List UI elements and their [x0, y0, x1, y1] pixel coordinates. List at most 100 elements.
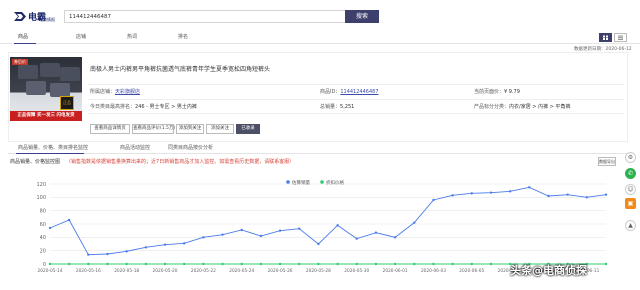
export-button[interactable]: 数据导出: [598, 157, 616, 166]
total-sales-info: 总销量：5,251: [320, 104, 355, 110]
shop-link[interactable]: 天彩旗舰店: [115, 89, 140, 95]
category-info: 产品标分分类：内衣/家居 > 内裤 > 平角裤: [474, 104, 571, 110]
tab-products[interactable]: 商品: [18, 33, 28, 40]
y-tick-label: 100: [36, 195, 46, 201]
x-tick-label: 2020-05-14: [38, 268, 63, 274]
x-tick-label: 2020-06-03: [421, 268, 446, 274]
y-tick-label: 80: [40, 208, 46, 214]
product-title: 南极人男士内裤男平角裤抗菌透气底裤青年学生夏季宽松四角短裤头: [90, 66, 271, 73]
data-point: [604, 262, 608, 266]
data-point: [317, 262, 320, 266]
tab-hot-words[interactable]: 热词: [127, 33, 137, 40]
x-tick-label: 2020-05-24: [229, 268, 254, 274]
legend-label: 估算销量: [292, 179, 310, 186]
search-button[interactable]: 搜索: [345, 10, 379, 23]
data-point: [413, 262, 416, 266]
active-subtab-indicator: [16, 153, 84, 154]
logo-icon: [14, 12, 26, 21]
tab-price-analysis[interactable]: 同类目商品按价分析: [168, 144, 213, 151]
data-point: [374, 262, 378, 266]
add-follow-button[interactable]: 添加到关注: [176, 124, 204, 134]
data-point: [87, 262, 90, 266]
data-point: [317, 242, 320, 246]
data-point: [508, 190, 512, 193]
product-id-link[interactable]: 114412446487: [340, 89, 378, 95]
data-point: [413, 221, 416, 224]
x-tick-label: 2020-05-20: [153, 268, 178, 274]
product-image-item: [50, 83, 70, 97]
y-tick-label: 60: [40, 222, 46, 228]
data-point: [393, 236, 397, 239]
active-tab-indicator: [14, 43, 36, 44]
data-point: [163, 243, 167, 246]
view-reviews-button[interactable]: 查看商品评价(1.5万): [132, 124, 175, 134]
product-image-banner: 正品保障 买一发三 闪电发货: [10, 111, 82, 121]
qq-icon[interactable]: ☺: [625, 184, 636, 195]
product-image-tag: 券后价: [12, 59, 28, 65]
data-point: [432, 262, 435, 266]
data-point: [278, 229, 282, 232]
follow-button[interactable]: 添加关注: [206, 124, 234, 134]
data-point: [393, 262, 397, 266]
info-row: 所属店铺：天彩旗舰店 商品ID：114412446487 当前页面价：¥ 9.7…: [88, 84, 624, 99]
watermark: 头条@电商侦探: [510, 264, 587, 277]
price-info: 当前页面价：¥ 9.79: [474, 89, 520, 95]
tab-shops[interactable]: 店铺: [76, 33, 86, 40]
data-point: [183, 262, 186, 266]
data-point: [470, 262, 473, 266]
x-tick-label: 2020-05-18: [114, 268, 139, 274]
y-tick-label: 40: [40, 235, 46, 241]
data-point: [240, 228, 243, 232]
x-tick-label: 2020-06-05: [459, 268, 484, 274]
data-point: [106, 252, 109, 256]
tab-ranking[interactable]: 排名: [178, 33, 188, 40]
product-image-item: [60, 67, 80, 81]
data-point: [87, 253, 90, 256]
data-point: [48, 262, 52, 266]
data-point: [451, 194, 454, 197]
data-point: [374, 231, 378, 234]
data-point: [355, 237, 358, 240]
shop-info: 所属店铺：天彩旗舰店: [90, 89, 141, 95]
sales-chart-title: 商品销量、价格监控图 （销售指数是依据销售量换算出来的；近7日新销售商品才加入监控…: [10, 158, 294, 165]
setting-icon[interactable]: ⚙: [625, 152, 636, 163]
view-detail-button[interactable]: 查看商品详情页: [90, 124, 130, 134]
grid-view-button[interactable]: [599, 33, 612, 42]
data-point: [48, 226, 52, 230]
x-tick-label: 2020-05-26: [268, 268, 293, 274]
collected-button[interactable]: 已收录: [236, 124, 260, 134]
x-tick-label: 2020-05-30: [344, 268, 369, 274]
x-tick-label: 2020-05-16: [76, 268, 101, 274]
data-point: [221, 233, 224, 236]
data-point: [470, 192, 473, 195]
data-point: [202, 236, 205, 239]
legend-label: 折扣价格: [326, 179, 344, 186]
authentic-badge: 正品: [60, 96, 74, 110]
data-point: [336, 224, 339, 227]
gift-icon[interactable]: ▣: [625, 198, 636, 209]
data-point: [125, 250, 128, 253]
logo[interactable]: 电霸 电商情报: [13, 9, 61, 25]
search-input[interactable]: [64, 10, 346, 23]
data-point: [106, 262, 109, 266]
data-point: [278, 262, 282, 266]
product-image-item: [40, 63, 60, 77]
y-tick-label: 120: [36, 182, 46, 188]
y-tick-label: 20: [40, 248, 46, 254]
tab-sales-monitor[interactable]: 商品销量、价格、类目排名监控: [18, 144, 88, 151]
product-image-item: [18, 65, 38, 79]
info-row: 今日类目最高排名：246 - 男士专区 > 男士内裤 总销量：5,251 产品标…: [88, 99, 624, 114]
wechat-icon[interactable]: ✆: [625, 168, 636, 179]
analysis-tabs: 商品销量、价格、类目排名监控 商品活动监控 同类目商品按价分析: [8, 142, 628, 154]
category-rank-info: 今日类目最高排名：246 - 男士专区 > 男士内裤: [90, 104, 197, 110]
list-view-button[interactable]: [614, 33, 627, 42]
top-icon[interactable]: ▲: [625, 220, 636, 231]
data-point: [432, 198, 435, 202]
sales-chart-hint: （销售指数是依据销售量换算出来的；近7日新销售商品才加入监控。如需查看历史数据，…: [66, 159, 295, 165]
data-point: [183, 242, 186, 245]
top-bar: 电霸 电商情报 搜索: [0, 0, 640, 32]
data-point: [355, 262, 358, 266]
tab-activity-monitor[interactable]: 商品活动监控: [120, 144, 150, 151]
x-tick-label: 2020-06-01: [383, 268, 408, 274]
data-point: [489, 191, 493, 194]
